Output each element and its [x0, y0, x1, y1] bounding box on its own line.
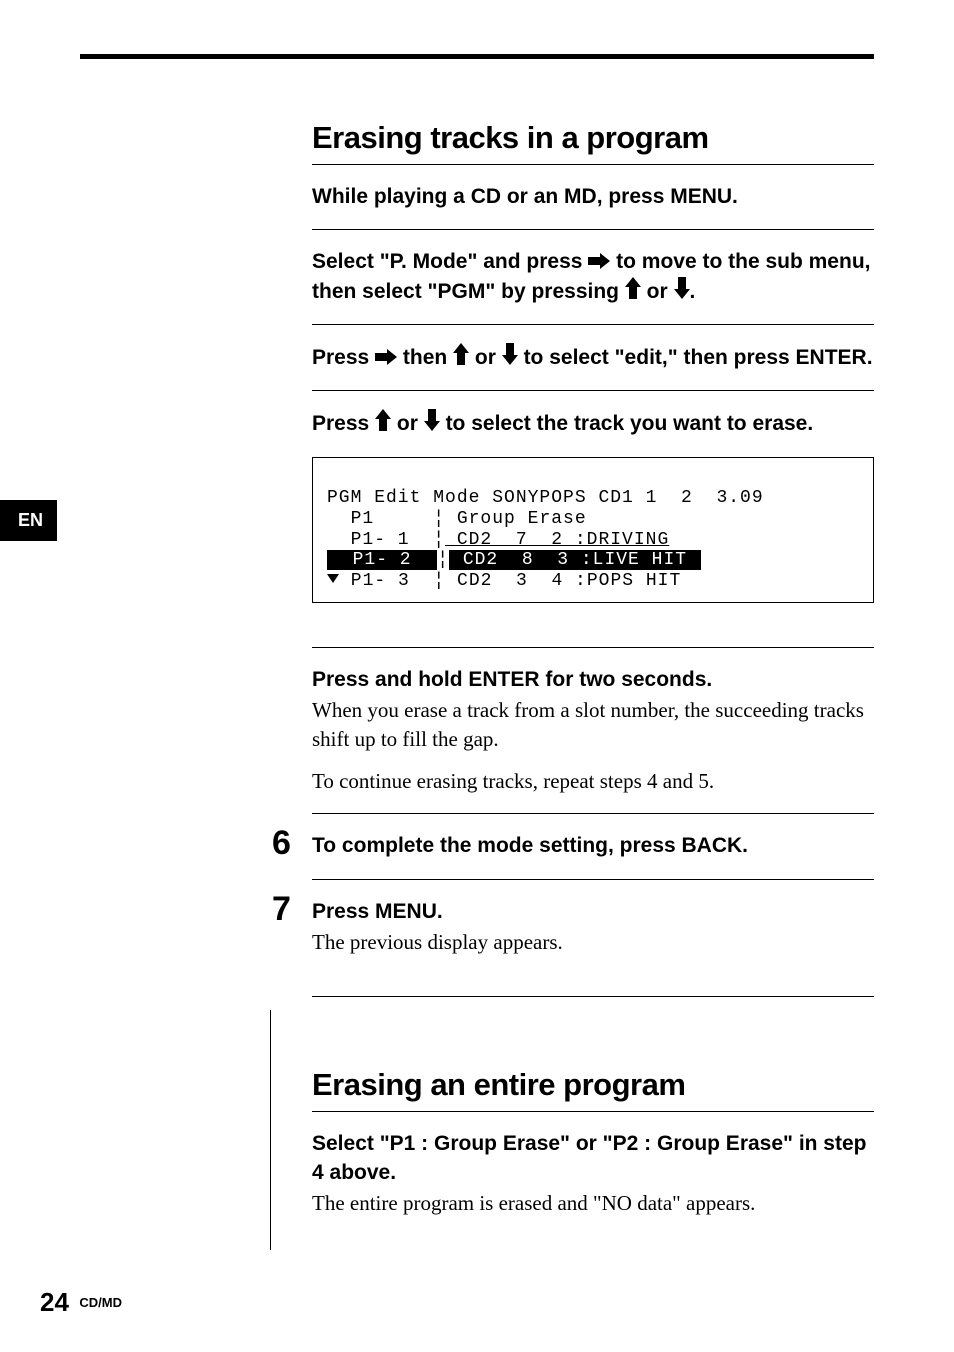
step-3: Press then or to select "edit," then pre…	[312, 343, 874, 391]
section-2: Erasing an entire program Select "P1 : G…	[312, 1067, 874, 1235]
step-2-text: Select "P. Mode" and press to move to th…	[312, 248, 874, 306]
arrow-down-icon	[502, 343, 518, 365]
top-rule	[80, 54, 874, 59]
step-2-text-d: .	[690, 280, 696, 303]
display-line-3a: P1- 1	[327, 530, 433, 550]
step-5-body-1: When you erase a track from a slot numbe…	[312, 696, 874, 753]
arrow-down-icon	[424, 409, 440, 431]
section-2-step-body: The entire program is erased and "NO dat…	[312, 1189, 874, 1217]
step-3-text: Press then or to select "edit," then pre…	[312, 343, 874, 372]
left-margin-rule	[270, 1010, 271, 1250]
display-line-5b: CD2 3 4 :POPS HIT	[445, 571, 681, 591]
step-3-text-c: or	[469, 346, 502, 369]
step-4: Press or to select the track you want to…	[312, 409, 874, 647]
step-4-text-c: to select the track you want to erase.	[440, 412, 813, 435]
display-line-2a: P1	[327, 509, 433, 529]
step-4-text-b: or	[391, 412, 424, 435]
page-number: 24	[40, 1287, 69, 1317]
step-5-body-2: To continue erasing tracks, repeat steps…	[312, 767, 874, 795]
display-line-4a: P1- 2	[327, 550, 437, 570]
display-line-4b: CD2 8 3 :LIVE HIT	[449, 550, 701, 570]
section-2-step: Select "P1 : Group Erase" or "P2 : Group…	[312, 1130, 874, 1235]
arrow-right-icon	[588, 253, 610, 269]
display-line-3b: CD2 7 2 :DRIVING	[445, 530, 669, 550]
section-title-erasing-tracks: Erasing tracks in a program	[312, 120, 874, 165]
step-7-body: The previous display appears.	[312, 928, 874, 956]
display-line-1: PGM Edit Mode SONYPOPS CD1 1 2 3.09	[327, 488, 764, 508]
step-6-text: To complete the mode setting, press BACK…	[312, 832, 874, 860]
display-line-5a: P1- 3	[339, 571, 433, 591]
main-content: Erasing tracks in a program While playin…	[312, 120, 874, 1253]
step-2-text-c: or	[641, 280, 674, 303]
step-1: While playing a CD or an MD, press MENU.	[312, 183, 874, 230]
language-tab: EN	[0, 500, 57, 541]
arrow-up-icon	[625, 277, 641, 299]
scroll-down-icon	[327, 574, 339, 583]
section-2-step-title: Select "P1 : Group Erase" or "P2 : Group…	[312, 1130, 874, 1187]
step-5-title: Press and hold ENTER for two seconds.	[312, 666, 874, 694]
step-3-text-b: then	[397, 346, 453, 369]
display-line-2b: Group Erase	[445, 509, 587, 529]
arrow-down-icon	[674, 277, 690, 299]
step-7: 7 Press MENU. The previous display appea…	[312, 898, 874, 998]
arrow-right-icon	[375, 349, 397, 365]
page-footer: 24 CD/MD	[40, 1287, 122, 1318]
arrow-up-icon	[453, 343, 469, 365]
arrow-up-icon	[375, 409, 391, 431]
step-2-text-a: Select "P. Mode" and press	[312, 250, 588, 273]
step-4-text-a: Press	[312, 412, 375, 435]
step-4-text: Press or to select the track you want to…	[312, 409, 874, 438]
step-5: Press and hold ENTER for two seconds. Wh…	[312, 666, 874, 814]
step-6: 6 To complete the mode setting, press BA…	[312, 832, 874, 879]
section-title-erasing-program: Erasing an entire program	[312, 1067, 874, 1112]
step-6-number: 6	[272, 824, 291, 863]
page-section-label: CD/MD	[79, 1295, 122, 1310]
lcd-display: PGM Edit Mode SONYPOPS CD1 1 2 3.09 P1 ¦…	[312, 457, 874, 603]
step-2: Select "P. Mode" and press to move to th…	[312, 248, 874, 325]
step-1-text: While playing a CD or an MD, press MENU.	[312, 183, 874, 211]
step-7-number: 7	[272, 890, 291, 929]
step-3-text-a: Press	[312, 346, 375, 369]
step-3-text-d: to select "edit," then press ENTER.	[518, 346, 873, 369]
step-7-title: Press MENU.	[312, 898, 874, 926]
